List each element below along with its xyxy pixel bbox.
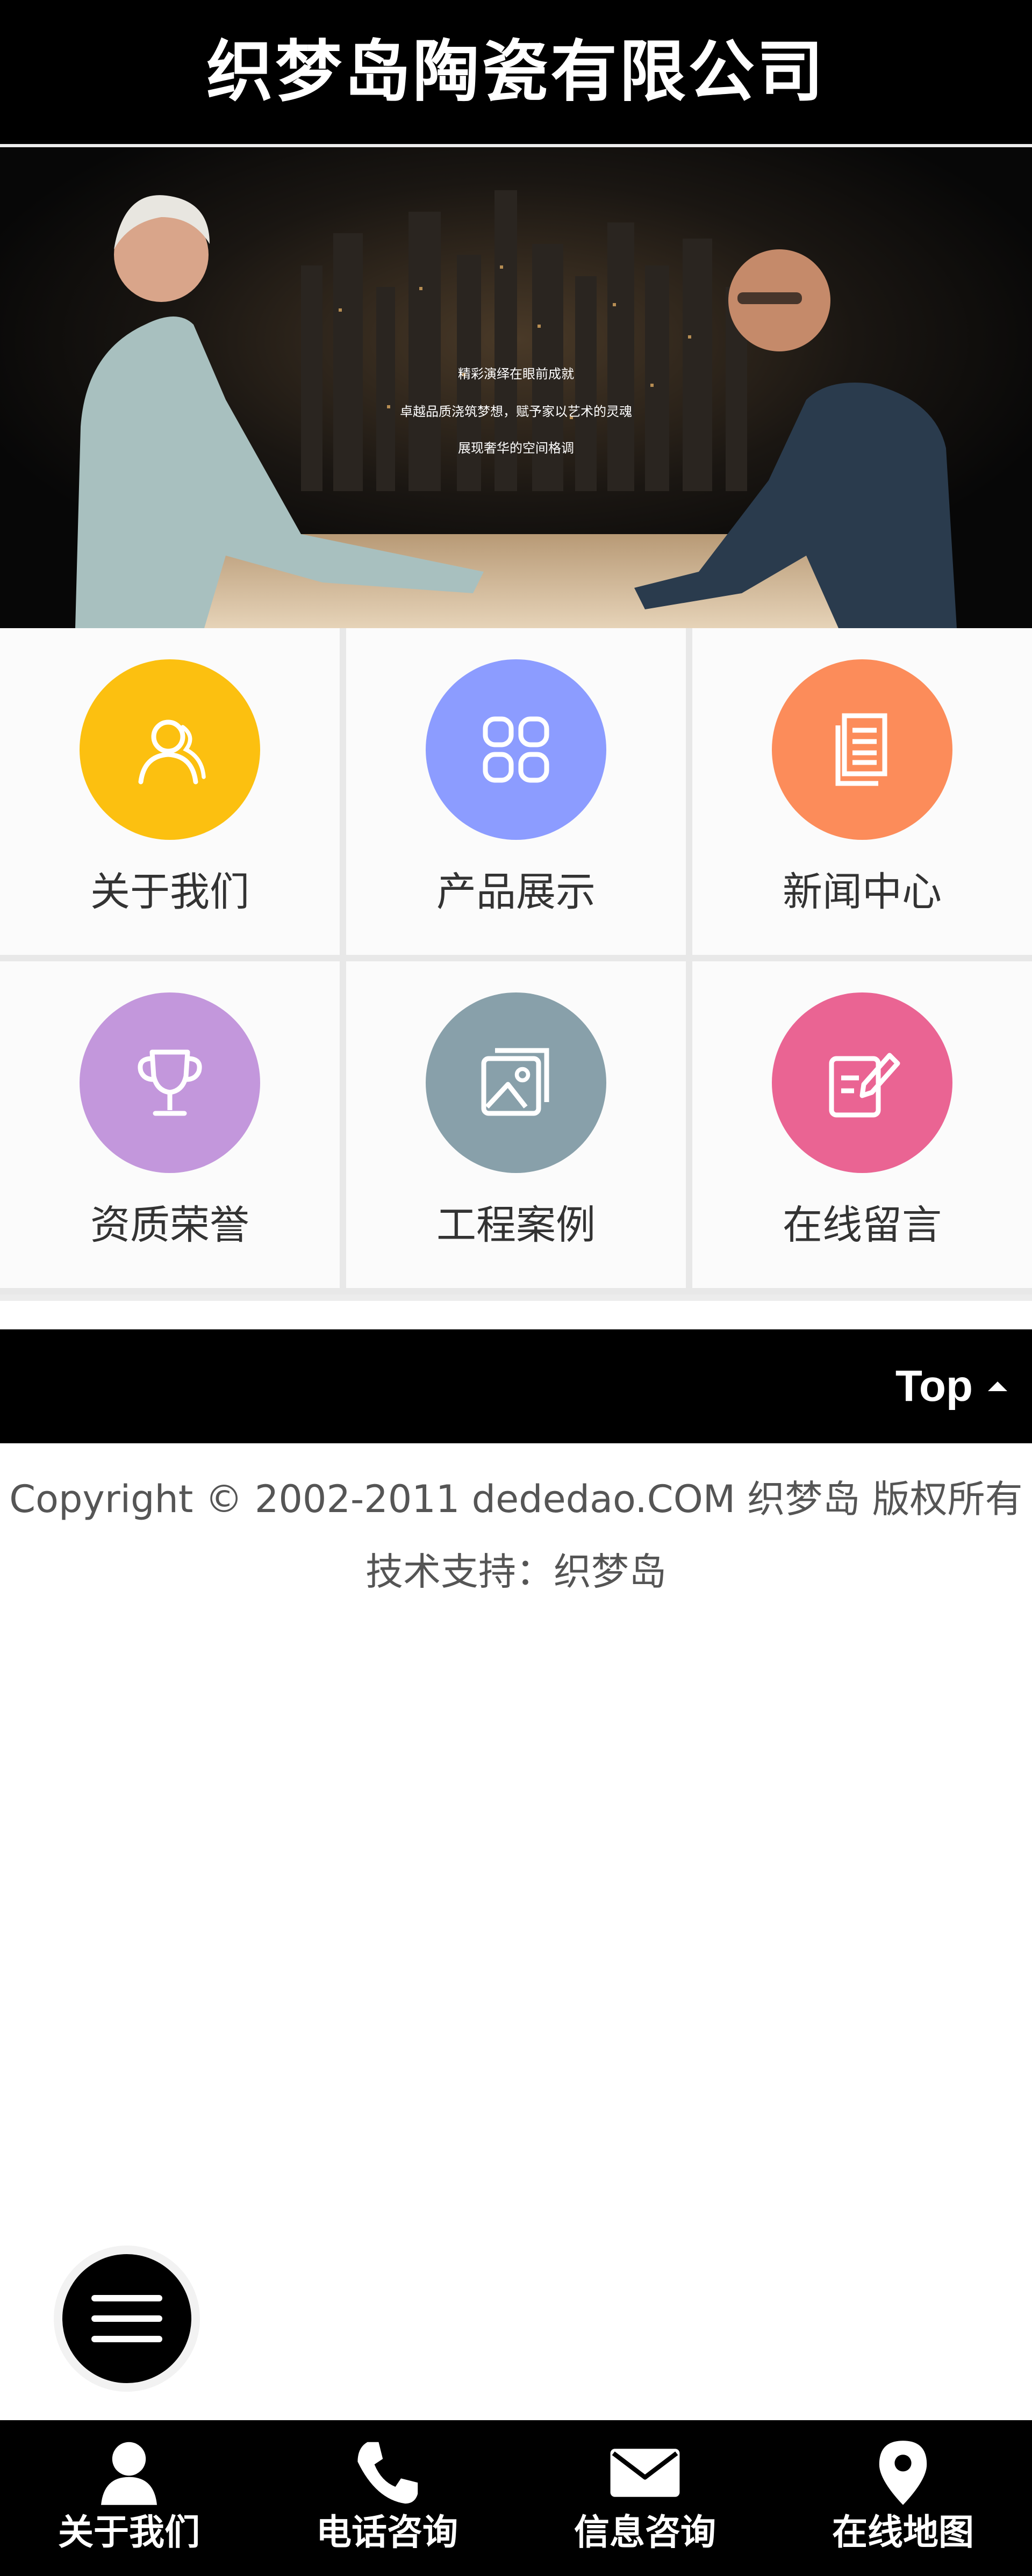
grid-icon-badge <box>772 992 952 1173</box>
grid-icon-badge <box>426 992 606 1173</box>
hero-banner[interactable]: 精彩演绎在眼前成就 卓越品质浇筑梦想，赋予家以艺术的灵魂 展现奢华的空间格调 <box>0 147 1032 628</box>
mail-icon <box>610 2449 680 2497</box>
grid-icon-badge <box>80 659 260 840</box>
menu-button[interactable] <box>54 2246 200 2392</box>
feature-grid: 关于我们 产品展示 新闻中心 资质荣誉 工程案例 在线留言 <box>0 628 1032 1294</box>
grid-icon-badge <box>772 659 952 840</box>
grid-item-about[interactable]: 关于我们 <box>0 628 340 955</box>
grid-item-label: 资质荣誉 <box>90 1202 249 1248</box>
grid-item-products[interactable]: 产品展示 <box>346 628 686 955</box>
user-icon <box>138 719 206 785</box>
grid-item-label: 关于我们 <box>90 869 249 915</box>
grid-icon <box>483 716 549 783</box>
grid-item-news[interactable]: 新闻中心 <box>692 628 1032 955</box>
back-to-top-button[interactable]: Top <box>895 1361 1008 1412</box>
bottom-nav-label: 电话咨询 <box>316 2512 458 2553</box>
grid-item-label: 工程案例 <box>436 1202 596 1248</box>
hamburger-menu-icon <box>91 2295 162 2342</box>
copyright-text: Copyright © 2002-2011 dededao.COM 织梦岛 版权… <box>9 1477 1023 1521</box>
banner-image: 精彩演绎在眼前成就 卓越品质浇筑梦想，赋予家以艺术的灵魂 展现奢华的空间格调 <box>0 147 1032 628</box>
grid-item-honors[interactable]: 资质荣誉 <box>0 961 340 1288</box>
edit-note-icon <box>829 1053 900 1118</box>
grid-item-label: 产品展示 <box>436 869 596 915</box>
bottom-nav-message[interactable]: 信息咨询 <box>516 2420 774 2576</box>
site-footer: Copyright © 2002-2011 dededao.COM 织梦岛 版权… <box>0 1443 1032 1596</box>
user-icon <box>101 2442 157 2505</box>
grid-icon-badge <box>80 992 260 1173</box>
image-icon <box>481 1048 549 1116</box>
bottom-nav-label: 在线地图 <box>832 2512 974 2553</box>
trophy-icon <box>138 1049 202 1116</box>
bottom-nav-about[interactable]: 关于我们 <box>0 2420 258 2576</box>
tech-support-text: 技术支持：织梦岛 <box>366 1550 666 1594</box>
bottom-nav-phone[interactable]: 电话咨询 <box>258 2420 516 2576</box>
grid-item-cases[interactable]: 工程案例 <box>346 961 686 1288</box>
document-icon <box>835 713 887 786</box>
phone-icon <box>357 2442 418 2504</box>
site-header: 织梦岛陶瓷有限公司 <box>0 0 1032 144</box>
banner-line-1: 精彩演绎在眼前成就 <box>458 366 574 382</box>
back-to-top-label: Top <box>895 1362 973 1411</box>
grid-item-label: 在线留言 <box>783 1202 942 1248</box>
bottom-nav-label: 信息咨询 <box>574 2512 716 2553</box>
bottom-nav-label: 关于我们 <box>58 2512 200 2553</box>
bottom-nav-map[interactable]: 在线地图 <box>774 2420 1032 2576</box>
section-divider <box>0 1294 1032 1329</box>
caret-up-icon <box>988 1381 1007 1391</box>
site-title: 织梦岛陶瓷有限公司 <box>206 33 826 111</box>
banner-line-2: 卓越品质浇筑梦想，赋予家以艺术的灵魂 <box>400 404 632 419</box>
bottom-navigation: 关于我们 电话咨询 信息咨询 在线地图 <box>0 2420 1032 2576</box>
grid-item-label: 新闻中心 <box>783 869 942 915</box>
banner-line-3: 展现奢华的空间格调 <box>458 441 574 456</box>
map-pin-icon <box>879 2441 927 2505</box>
back-to-top-bar: Top <box>0 1329 1032 1443</box>
grid-icon-badge <box>426 659 606 840</box>
grid-item-message[interactable]: 在线留言 <box>692 961 1032 1288</box>
